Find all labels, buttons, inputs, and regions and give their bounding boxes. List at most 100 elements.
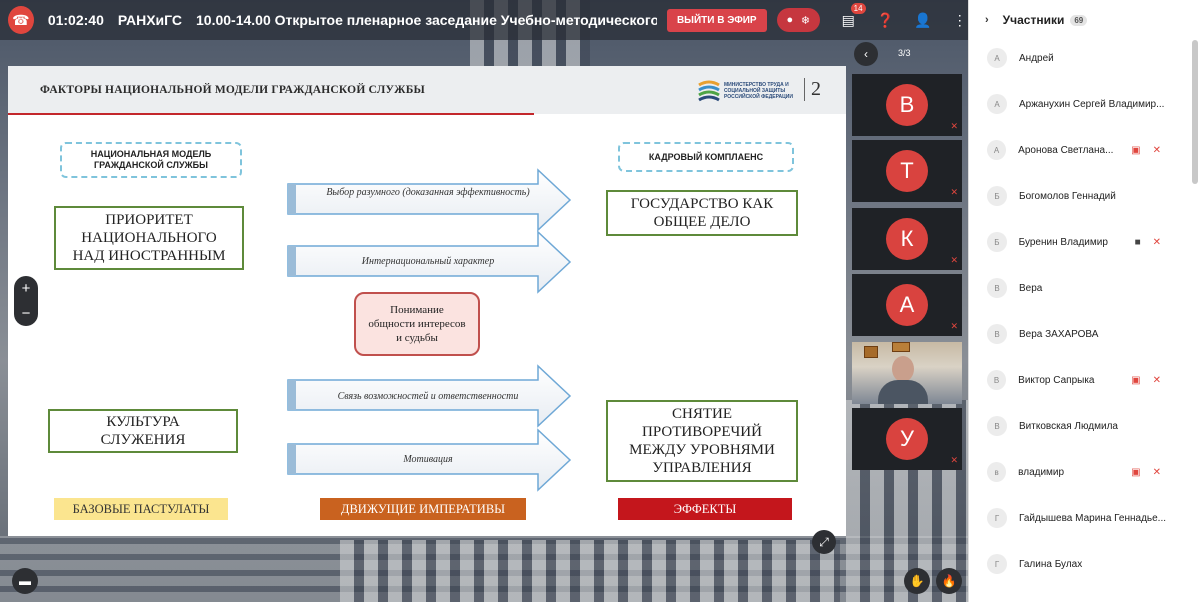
participant-name: Аржанухин Сергей Владимир... [1019,98,1165,110]
top-bar: ☎ 01:02:40 РАНХиГС 10.00-14.00 Открытое … [0,0,968,40]
tiles-prev-button[interactable]: ‹ [854,42,878,66]
call-timer: 01:02:40 [47,12,104,28]
participant-name: Гайдышева Марина Геннадье... [1019,512,1167,524]
chevron-left-icon: ‹ [864,47,868,61]
effects-label: ЭФФЕКТЫ [618,498,792,520]
mic-off-icon: ✕ [1152,374,1161,386]
participant-item[interactable]: В Виктор Сапрыка ▣ ✕ [969,365,1187,395]
hangup-button[interactable]: ☎ [8,6,34,34]
participant-item[interactable]: А Андрей [969,43,1187,73]
video-tile[interactable]: У ✕ [852,408,962,470]
participant-name: Богомолов Геннадий [1019,190,1116,202]
video-tile[interactable]: В ✕ [852,74,962,136]
ministry-emblem-icon [698,79,720,103]
camera-off-icon: ▣ [1131,374,1141,386]
chat-icon[interactable]: ▤ 14 [840,3,866,29]
fullscreen-button[interactable]: ⤢ [812,530,836,554]
participant-name: Вера [1019,282,1043,294]
presentation-slide: ФАКТОРЫ НАЦИОНАЛЬНОЙ МОДЕЛИ ГРАЖДАНСКОЙ … [8,66,846,536]
participant-item[interactable]: А Аронова Светлана... ▣ ✕ [969,135,1187,165]
org-name: РАНХиГС [117,12,182,28]
chat-bubble-icon: ▬ [19,574,31,588]
video-tile-camera[interactable] [852,342,962,404]
participants-panel: › Участники 69 А Андрей А Аржанухин Серг… [968,0,1200,602]
participant-item[interactable]: Б Богомолов Геннадий [969,181,1187,211]
raise-hand-button[interactable]: ✋ [904,568,930,594]
avatar: В [886,84,928,126]
avatar: Б [987,232,1007,252]
chevron-right-icon[interactable]: › [985,14,989,26]
zoom-out-button[interactable]: − [22,305,31,322]
video-tile[interactable]: К ✕ [852,208,962,270]
go-live-button[interactable]: ВЫЙТИ В ЭФИР [666,8,767,32]
participant-name: владимир [1018,466,1065,478]
hand-icon: ✋ [909,574,925,588]
phone-icon: ☎ [12,11,30,28]
basic-postulates-label: БАЗОВЫЕ ПАСТУЛАТЫ [54,498,228,520]
common-interests-box: Понимание общности интересов и судьбы [354,292,480,356]
participants-header[interactable]: › Участники 69 [969,0,1200,40]
contradictions-box: СНЯТИЕ ПРОТИВОРЕЧИЙ МЕЖДУ УРОВНЯМИ УПРАВ… [606,400,798,482]
mic-muted-icon: ✕ [950,321,958,331]
arrow-3-label: Связь возможностей и ответственности [337,391,519,402]
scrollbar[interactable] [1192,40,1198,184]
ministry-logo: МИНИСТЕРСТВО ТРУДА И СОЦИАЛЬНОЙ ЗАЩИТЫ Р… [698,76,808,106]
avatar: В [987,416,1007,436]
driving-imperatives-label: ДВИЖУЩИЕ ИМПЕРАТИВЫ [320,498,526,520]
participant-name: Аронова Светлана... [1018,144,1114,156]
mic-muted-icon: ✕ [950,255,958,265]
avatar: У [886,418,928,460]
participant-item[interactable]: Б Буренин Владимир ■ ✕ [969,227,1187,257]
participant-item[interactable]: В Витковская Людмила [969,411,1187,441]
participant-item[interactable]: В Вера ЗАХАРОВА [969,319,1187,349]
record-toggle[interactable]: ● ❄ [776,8,820,32]
left-column-header: НАЦИОНАЛЬНАЯ МОДЕЛЬ ГРАЖДАНСКОЙ СЛУЖБЫ [60,142,242,178]
record-icon: ● [786,14,794,26]
participant-name: Виктор Сапрыка [1018,374,1095,386]
avatar: Т [886,150,928,192]
title-underline [8,113,534,115]
video-tile[interactable]: А ✕ [852,274,962,336]
participant-name: Буренин Владимир [1018,236,1108,248]
participant-item[interactable]: в владимир ▣ ✕ [969,457,1187,487]
state-common-cause-box: ГОСУДАРСТВО КАК ОБЩЕЕ ДЕЛО [606,190,798,236]
mic-off-icon: ✕ [1152,236,1161,248]
arrow-1-label: Выбор разумного (доказанная эффективност… [326,187,530,198]
participant-name: Андрей [1019,52,1054,64]
participant-name: Вера ЗАХАРОВА [1019,328,1099,340]
camera-icon: ■ [1134,236,1141,248]
snowflake-icon: ❄ [800,14,811,27]
participant-item[interactable]: Г Галина Булах [969,549,1187,579]
video-tile[interactable]: Т ✕ [852,140,962,202]
priority-box: ПРИОРИТЕТ НАЦИОНАЛЬНОГО НАД ИНОСТРАННЫМ [54,206,244,270]
participants-count: 69 [1070,14,1088,26]
participant-item[interactable]: Г Гайдышева Марина Геннадье... [969,503,1187,533]
arrow-1 [287,168,572,232]
participant-item[interactable]: А Аржанухин Сергей Владимир... [969,89,1187,119]
mic-off-icon: ✕ [1152,144,1161,156]
avatar: В [987,278,1007,298]
participant-head [892,356,914,382]
question-icon[interactable]: ❓ [877,11,894,29]
more-icon[interactable]: ⋮ [951,11,968,29]
participant-name: Витковская Людмила [1019,420,1118,432]
mic-muted-icon: ✕ [950,455,958,465]
avatar: Г [987,508,1007,528]
avatar: В [987,324,1007,344]
reaction-button[interactable]: 🔥 [936,568,962,594]
participant-item[interactable]: В Вера [969,273,1187,303]
participant-body [878,380,928,404]
open-chat-button[interactable]: ▬ [12,568,38,594]
avatar: Г [987,554,1007,574]
camera-off-icon: ▣ [1131,144,1141,156]
avatar: А [987,48,1007,68]
avatar: А [886,284,928,326]
zoom-in-button[interactable]: + [22,280,31,297]
expand-icon: ⤢ [819,534,829,549]
avatar: В [987,370,1007,390]
avatar: А [987,94,1007,114]
service-culture-box: КУЛЬТУРА СЛУЖЕНИЯ [48,409,238,453]
mic-muted-icon: ✕ [950,187,958,197]
user-icon[interactable]: 👤 [914,11,931,29]
avatar: в [987,462,1007,482]
